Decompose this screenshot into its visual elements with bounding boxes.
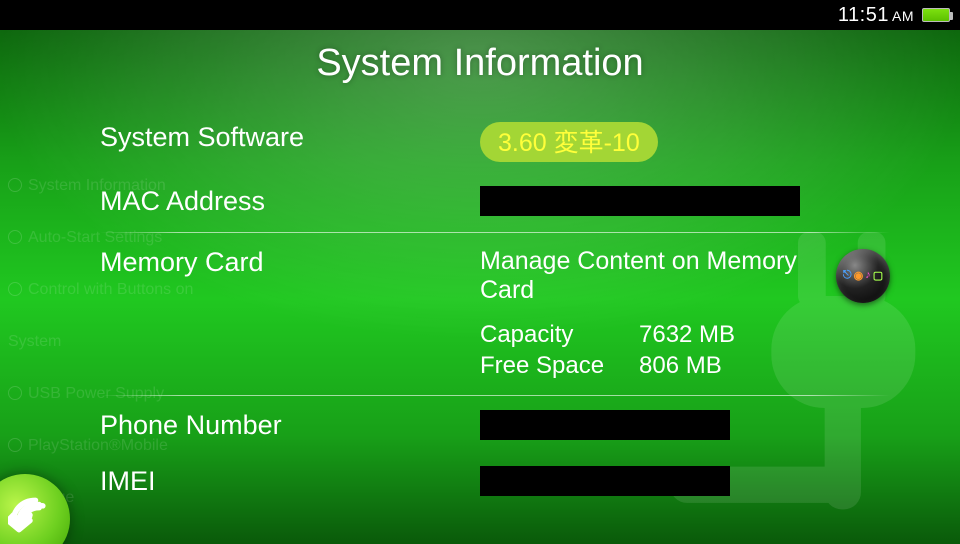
clock: 11:51AM (838, 4, 914, 27)
imei-value-redacted (480, 466, 730, 496)
free-space-value: 806 MB (639, 350, 722, 381)
system-software-label: System Software (100, 122, 480, 153)
capacity-value: 7632 MB (639, 319, 735, 350)
row-phone-number: Phone Number (100, 398, 890, 454)
status-bar: 11:51AM (0, 0, 960, 30)
row-system-software: System Software 3.60 変革-10 (100, 110, 890, 174)
battery-icon (922, 8, 950, 22)
content-area: System Software 3.60 変革-10 MAC Address M… (100, 110, 890, 544)
capacity-label: Capacity (480, 319, 615, 350)
phone-number-value-redacted (480, 410, 730, 440)
clock-time: 11:51 (838, 4, 889, 26)
mac-address-label: MAC Address (100, 186, 480, 217)
page-title: System Information (0, 42, 960, 85)
system-software-value: 3.60 変革-10 (480, 122, 658, 162)
row-imei: IMEI (100, 454, 890, 498)
free-space-row: Free Space 806 MB (480, 350, 890, 381)
free-space-label: Free Space (480, 350, 615, 381)
phone-number-label: Phone Number (100, 410, 480, 441)
manage-content-link[interactable]: Manage Content on Memory Card ⎋◉♪▢ (480, 247, 890, 305)
content-manager-icon: ⎋◉♪▢ (836, 249, 890, 303)
back-button[interactable] (0, 474, 70, 544)
memory-card-label: Memory Card (100, 247, 480, 278)
row-mac-address: MAC Address (100, 174, 890, 230)
divider (100, 395, 890, 396)
row-memory-card[interactable]: Memory Card Manage Content on Memory Car… (100, 235, 890, 393)
clock-ampm: AM (892, 8, 914, 24)
divider (100, 232, 890, 233)
back-arrow-icon (8, 493, 52, 537)
imei-label: IMEI (100, 466, 480, 497)
mac-address-value-redacted (480, 186, 800, 216)
manage-content-label: Manage Content on Memory Card (480, 247, 826, 305)
capacity-row: Capacity 7632 MB (480, 319, 890, 350)
